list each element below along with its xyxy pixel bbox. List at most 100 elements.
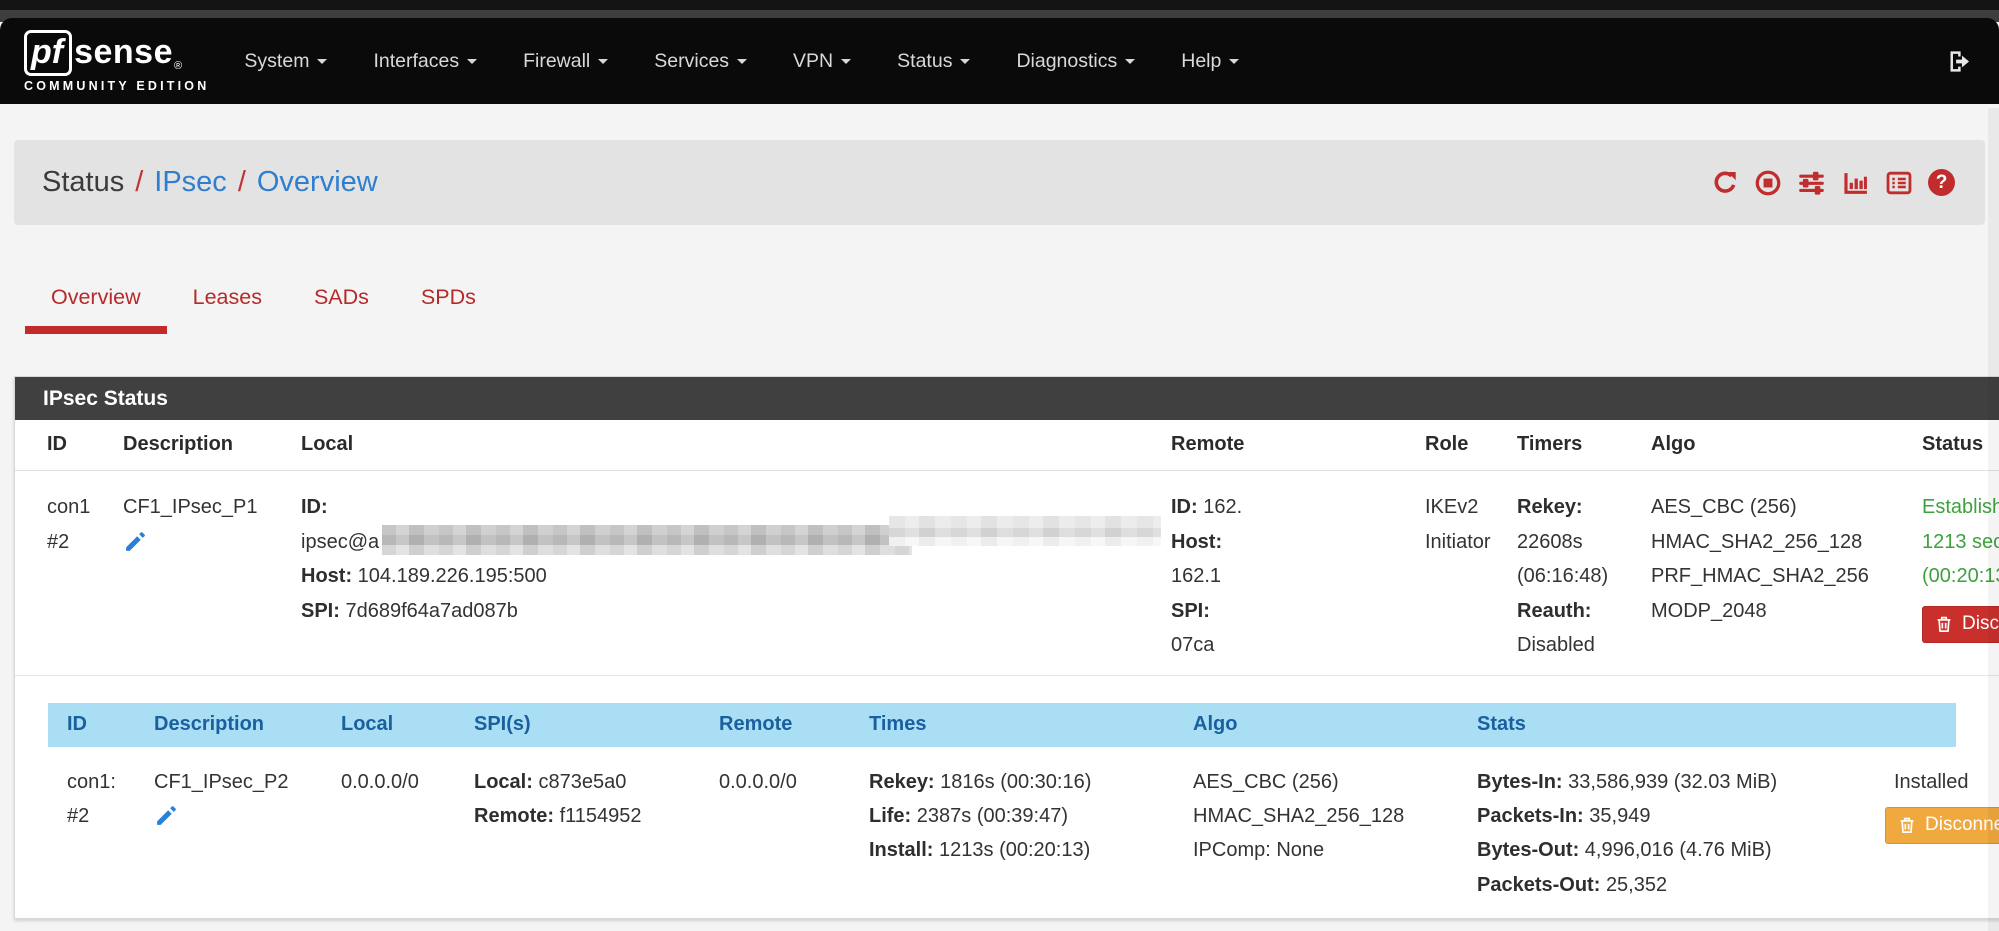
sign-out-icon[interactable] bbox=[1946, 48, 1973, 75]
main-menu: System Interfaces Firewall Services VPN … bbox=[221, 40, 1262, 83]
breadcrumb-separator: / bbox=[135, 166, 143, 199]
pfsense-logo[interactable]: pf sense ® COMMUNITY EDITION bbox=[24, 30, 209, 93]
packets-out-value: 25,352 bbox=[1606, 874, 1667, 896]
child-id-number: #2 bbox=[67, 799, 140, 833]
ipsec-status-panel: IPsec Status ID Description Local Remote… bbox=[14, 376, 1999, 919]
col-header-id: ID bbox=[47, 433, 123, 456]
redaction-pixelated-block bbox=[382, 525, 912, 555]
child-description: CF1_IPsec_P2 bbox=[154, 765, 327, 799]
redaction-pixelated-block bbox=[889, 516, 1161, 546]
remote-id-label: ID: bbox=[1171, 496, 1198, 518]
page-action-icons: ? bbox=[1711, 169, 1955, 197]
menu-label: Interfaces bbox=[373, 50, 459, 72]
rekey-time: (06:16:48) bbox=[1517, 559, 1637, 594]
breadcrumb-separator: / bbox=[238, 166, 246, 199]
install-label: Install: bbox=[869, 839, 933, 861]
remote-host-label: Host: bbox=[1171, 531, 1222, 553]
menu-item-diagnostics[interactable]: Diagnostics bbox=[993, 40, 1158, 83]
chevron-down-icon bbox=[841, 59, 851, 69]
child-id: con1: bbox=[67, 765, 140, 799]
sliders-icon[interactable] bbox=[1797, 169, 1826, 197]
bytes-in-value: 33,586,939 (32.03 MiB) bbox=[1568, 771, 1777, 793]
menu-item-firewall[interactable]: Firewall bbox=[500, 40, 631, 83]
menu-item-interfaces[interactable]: Interfaces bbox=[350, 40, 500, 83]
cell-description: CF1_IPsec_P2 bbox=[154, 765, 341, 903]
disconnect-button[interactable]: Disconnect bbox=[1922, 606, 1999, 643]
remote-spi-label: SPI: bbox=[1171, 600, 1210, 622]
tab-sads[interactable]: SADs bbox=[288, 271, 395, 334]
cell-remote: ID: 162. Host: 162.1 SPI: 07ca bbox=[1171, 490, 1425, 663]
life-label: Life: bbox=[869, 805, 911, 827]
cell-child-status: Installed Disconnect bbox=[1894, 765, 1999, 903]
rekey-label: Rekey: bbox=[869, 771, 935, 793]
menu-item-help[interactable]: Help bbox=[1158, 40, 1262, 83]
cell-stats: Bytes-In: 33,586,939 (32.03 MiB) Packets… bbox=[1477, 765, 1894, 903]
chevron-down-icon bbox=[960, 59, 970, 69]
bytes-out-value: 4,996,016 (4.76 MiB) bbox=[1585, 839, 1772, 861]
help-icon[interactable]: ? bbox=[1928, 169, 1955, 196]
menu-item-status[interactable]: Status bbox=[874, 40, 993, 83]
disconnect-label: Disconnect bbox=[1925, 808, 1999, 842]
reauth-value: Disabled bbox=[1517, 628, 1637, 663]
edit-pencil-icon[interactable] bbox=[123, 529, 148, 566]
disconnect-label: Disconnect bbox=[1962, 607, 1999, 642]
cell-remote-subnet: 0.0.0.0/0 bbox=[719, 765, 869, 903]
breadcrumb-link-overview[interactable]: Overview bbox=[257, 166, 378, 199]
algo-prf: PRF_HMAC_SHA2_256 bbox=[1651, 559, 1908, 594]
local-host-label: Host: bbox=[301, 565, 352, 587]
local-host-value: 104.189.226.195:500 bbox=[358, 565, 547, 587]
menu-item-vpn[interactable]: VPN bbox=[770, 40, 874, 83]
col-header-spis: SPI(s) bbox=[474, 713, 719, 736]
status-age-seconds: 1213 seconds bbox=[1922, 525, 1999, 560]
install-value: 1213s (00:20:13) bbox=[939, 839, 1090, 861]
col-header-id: ID bbox=[67, 713, 154, 736]
spi-remote-value: f1154952 bbox=[560, 805, 642, 827]
role-protocol: IKEv2 bbox=[1425, 490, 1503, 525]
tab-leases[interactable]: Leases bbox=[167, 271, 288, 334]
col-header-description: Description bbox=[154, 713, 341, 736]
spi-remote-label: Remote: bbox=[474, 805, 554, 827]
packets-in-value: 35,949 bbox=[1589, 805, 1650, 827]
child-sa-table-header: ID Description Local SPI(s) Remote Times… bbox=[48, 703, 1956, 747]
ike-table-row: con1 #2 CF1_IPsec_P1 ID: ipsec@a Host: 1… bbox=[15, 471, 1999, 676]
menu-label: Firewall bbox=[523, 50, 590, 72]
cell-spis: Local: c873e5a0 Remote: f1154952 bbox=[474, 765, 719, 903]
cell-algo: AES_CBC (256) HMAC_SHA2_256_128 PRF_HMAC… bbox=[1651, 490, 1922, 663]
chevron-down-icon bbox=[737, 59, 747, 69]
ike-table-header: ID Description Local Remote Role Timers … bbox=[15, 420, 1999, 471]
logo-pf-box: pf bbox=[24, 30, 72, 76]
tab-spds[interactable]: SPDs bbox=[395, 271, 502, 334]
rekey-value: 1816s (00:30:16) bbox=[940, 771, 1091, 793]
rekey-value: 22608s bbox=[1517, 525, 1637, 560]
logo-sense-text: sense bbox=[74, 33, 173, 72]
bar-chart-icon[interactable] bbox=[1841, 169, 1870, 197]
spacer bbox=[15, 676, 1999, 703]
local-spi-value: 7d689f64a7ad087b bbox=[345, 600, 517, 622]
trash-icon bbox=[1935, 615, 1953, 633]
refresh-icon[interactable] bbox=[1711, 169, 1739, 197]
logo-row: pf sense ® bbox=[24, 30, 209, 76]
status-established: Established bbox=[1922, 490, 1999, 525]
local-id-label: ID: bbox=[301, 496, 328, 518]
menu-item-services[interactable]: Services bbox=[631, 40, 770, 83]
menu-item-system[interactable]: System bbox=[221, 40, 350, 83]
stop-icon[interactable] bbox=[1754, 169, 1782, 197]
chevron-down-icon bbox=[1229, 59, 1239, 69]
cell-id: con1 #2 bbox=[47, 490, 123, 663]
algo-integrity: HMAC_SHA2_256_128 bbox=[1193, 799, 1463, 833]
col-header-times: Times bbox=[869, 713, 1193, 736]
packets-out-label: Packets-Out: bbox=[1477, 874, 1600, 896]
breadcrumb-bar: Status / IPsec / Overview ? bbox=[14, 140, 1985, 225]
edit-pencil-icon[interactable] bbox=[154, 803, 179, 839]
disconnect-child-button[interactable]: Disconnect bbox=[1885, 807, 1999, 844]
cell-id: con1: #2 bbox=[67, 765, 154, 903]
logo-registered-mark: ® bbox=[174, 60, 182, 72]
child-sa-table-row: con1: #2 CF1_IPsec_P2 0.0.0.0/0 Local: c… bbox=[48, 747, 1999, 911]
menu-label: Diagnostics bbox=[1016, 50, 1117, 72]
role-value: Initiator bbox=[1425, 525, 1503, 560]
tab-overview[interactable]: Overview bbox=[25, 271, 167, 334]
remote-spi-value: 07ca bbox=[1171, 628, 1411, 663]
log-list-icon[interactable] bbox=[1885, 169, 1913, 197]
cell-local: ID: ipsec@a Host: 104.189.226.195:500 SP… bbox=[301, 490, 1171, 663]
breadcrumb-link-ipsec[interactable]: IPsec bbox=[154, 166, 227, 199]
